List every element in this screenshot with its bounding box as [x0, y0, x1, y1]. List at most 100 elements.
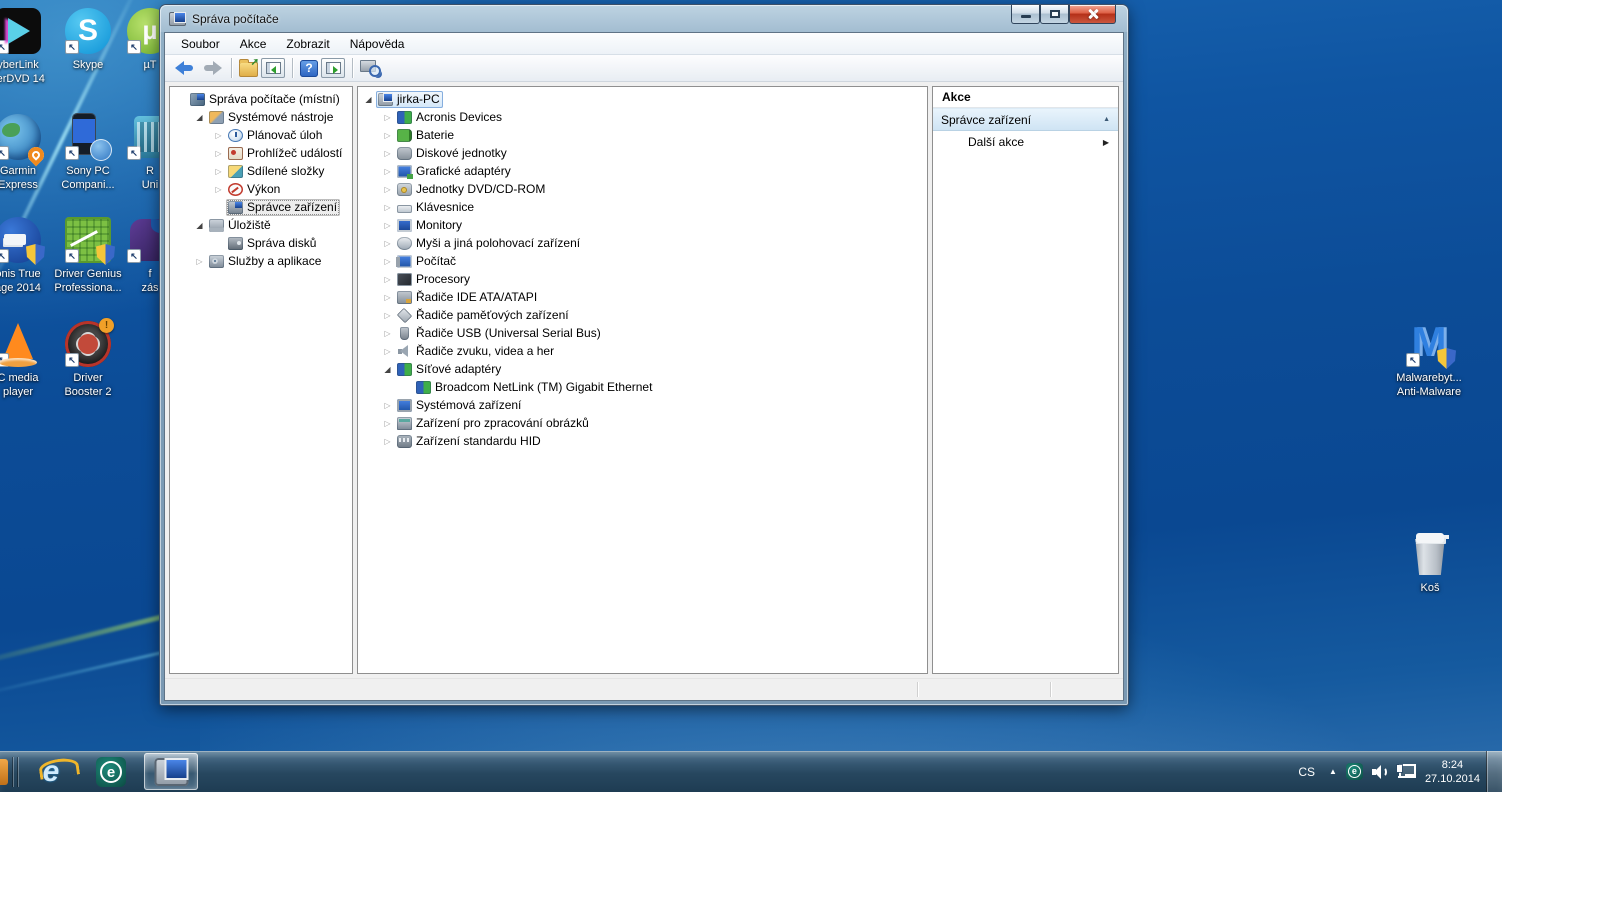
expander-collapsed-icon[interactable]: ▷ [380, 149, 395, 158]
tree-item[interactable]: ▷Diskové jednotky [358, 144, 927, 162]
menu-zobrazit[interactable]: Zobrazit [276, 34, 339, 54]
tree-item-body[interactable]: Síťové adaptéry [395, 361, 504, 378]
tree-item[interactable]: ▷Monitory [358, 216, 927, 234]
tree-item-body[interactable]: Řadiče paměťových zařízení [395, 307, 572, 324]
tree-item[interactable]: ▷Prohlížeč událostí [170, 144, 352, 162]
internet-explorer-icon[interactable]: e [24, 753, 78, 790]
expander-collapsed-icon[interactable]: ▷ [380, 401, 395, 410]
tree-item[interactable]: ▷Řadiče zvuku, videa a her [358, 342, 927, 360]
menu-akce[interactable]: Akce [230, 34, 277, 54]
maximize-button[interactable] [1040, 5, 1069, 24]
tree-item[interactable]: Správce zařízení [170, 198, 352, 216]
tree-item-body[interactable]: Služby a aplikace [207, 253, 324, 270]
tree-item[interactable]: ▷Řadiče IDE ATA/ATAPI [358, 288, 927, 306]
tree-item[interactable]: ▷Řadiče USB (Universal Serial Bus) [358, 324, 927, 342]
eset-tray-icon[interactable]: e [1346, 763, 1363, 780]
back-arrow-icon[interactable] [173, 59, 197, 77]
expander-collapsed-icon[interactable]: ▷ [192, 257, 207, 266]
tree-item-body[interactable]: Správa disků [226, 235, 319, 252]
tree-item[interactable]: ◢Systémové nástroje [170, 108, 352, 126]
network-icon[interactable] [1397, 764, 1416, 780]
tree-item[interactable]: ◢jirka-PC [358, 90, 927, 108]
export-folder-icon[interactable] [239, 62, 258, 77]
show-desktop-button[interactable] [1486, 751, 1502, 792]
device-tree-pane[interactable]: ◢jirka-PC▷Acronis Devices▷Baterie▷Diskov… [357, 86, 928, 674]
volume-icon[interactable] [1372, 765, 1388, 779]
tree-item-body[interactable]: Sdílené složky [226, 163, 327, 180]
tree-item-body[interactable]: Klávesnice [395, 199, 477, 216]
tree-item-body[interactable]: Zařízení standardu HID [395, 433, 544, 450]
tree-item[interactable]: ▷Baterie [358, 126, 927, 144]
tree-item[interactable]: ▷Výkon [170, 180, 352, 198]
tree-item-body[interactable]: Řadiče USB (Universal Serial Bus) [395, 325, 604, 342]
expander-expanded-icon[interactable]: ◢ [380, 365, 395, 374]
tree-item[interactable]: ▷Myši a jiná polohovací zařízení [358, 234, 927, 252]
tree-item-body[interactable]: Prohlížeč událostí [226, 145, 345, 162]
expander-collapsed-icon[interactable]: ▷ [380, 221, 395, 230]
show-console-tree-icon[interactable] [261, 58, 285, 78]
tree-item-body[interactable]: Monitory [395, 217, 465, 234]
actions-more-actions[interactable]: Další akce ▶ [933, 131, 1118, 153]
tree-item[interactable]: ▷Počítač [358, 252, 927, 270]
expander-collapsed-icon[interactable]: ▷ [380, 347, 395, 356]
desktop-icon-driverbooster[interactable]: ↖DriverBooster 2 [50, 321, 126, 399]
language-indicator[interactable]: CS [1293, 762, 1320, 782]
menu-napoveda[interactable]: Nápověda [340, 34, 415, 54]
actions-group-device-manager[interactable]: Správce zařízení ▲ [933, 108, 1118, 131]
tree-item[interactable]: ▷Jednotky DVD/CD-ROM [358, 180, 927, 198]
computer-management-taskbar-button[interactable] [144, 753, 198, 790]
tree-item[interactable]: Správa počítače (místní) [170, 90, 352, 108]
console-tree-pane[interactable]: Správa počítače (místní)◢Systémové nástr… [169, 86, 353, 674]
desktop-icon-malwarebytes[interactable]: ↖Malwarebyt...Anti-Malware [1391, 321, 1467, 399]
desktop-icon-garmin[interactable]: ↖GarminExpress [0, 114, 56, 192]
tree-item-body[interactable]: jirka-PC [376, 91, 443, 108]
show-action-pane-icon[interactable] [321, 58, 345, 78]
expander-collapsed-icon[interactable]: ▷ [380, 131, 395, 140]
expander-collapsed-icon[interactable]: ▷ [380, 419, 395, 428]
tree-item-body[interactable]: Zařízení pro zpracování obrázků [395, 415, 592, 432]
expander-collapsed-icon[interactable]: ▷ [380, 293, 395, 302]
expander-collapsed-icon[interactable]: ▷ [380, 437, 395, 446]
tree-item-body[interactable]: Systémová zařízení [395, 397, 524, 414]
desktop-icon-acronis[interactable]: ↖onis Trueage 2014 [0, 217, 56, 295]
tree-item[interactable]: ▷Služby a aplikace [170, 252, 352, 270]
tree-item-body[interactable]: Správce zařízení [226, 199, 340, 216]
desktop-icon-kos[interactable]: Koš [1392, 531, 1468, 595]
forward-arrow-icon[interactable] [200, 59, 224, 77]
tree-item[interactable]: ▷Plánovač úloh [170, 126, 352, 144]
tree-item-body[interactable]: Plánovač úloh [226, 127, 325, 144]
expander-expanded-icon[interactable]: ◢ [361, 95, 376, 104]
close-button[interactable] [1069, 5, 1116, 24]
expander-expanded-icon[interactable]: ◢ [192, 113, 207, 122]
tree-item-body[interactable]: Diskové jednotky [395, 145, 510, 162]
device-search-icon[interactable] [360, 59, 382, 77]
tree-item[interactable]: ◢Úložiště [170, 216, 352, 234]
tree-item-body[interactable]: Procesory [395, 271, 473, 288]
tree-item[interactable]: ▷Klávesnice [358, 198, 927, 216]
tree-item-body[interactable]: Úložiště [207, 217, 274, 234]
clipped-taskbar-icon[interactable] [0, 759, 8, 785]
expander-collapsed-icon[interactable]: ▷ [380, 239, 395, 248]
tree-item[interactable]: Správa disků [170, 234, 352, 252]
tree-item-body[interactable]: Řadiče IDE ATA/ATAPI [395, 289, 540, 306]
tree-item[interactable]: ▷Systémová zařízení [358, 396, 927, 414]
tree-item-body[interactable]: Acronis Devices [395, 109, 505, 126]
expander-collapsed-icon[interactable]: ▷ [211, 131, 226, 140]
expander-collapsed-icon[interactable]: ▷ [380, 329, 395, 338]
expander-collapsed-icon[interactable]: ▷ [380, 167, 395, 176]
tree-item[interactable]: ▷Sdílené složky [170, 162, 352, 180]
tree-item[interactable]: ▷Zařízení standardu HID [358, 432, 927, 450]
desktop-icon-vlc[interactable]: ↖C mediaplayer [0, 321, 56, 399]
clock[interactable]: 8:24 27.10.2014 [1425, 758, 1482, 786]
tree-item[interactable]: ▷Grafické adaptéry [358, 162, 927, 180]
tree-item-body[interactable]: Systémové nástroje [207, 109, 336, 126]
tree-item[interactable]: ▷Řadiče paměťových zařízení [358, 306, 927, 324]
expander-collapsed-icon[interactable]: ▷ [380, 275, 395, 284]
tree-item-body[interactable]: Baterie [395, 127, 457, 144]
expander-collapsed-icon[interactable]: ▷ [380, 311, 395, 320]
tree-item-body[interactable]: Počítač [395, 253, 459, 270]
tree-item-body[interactable]: Broadcom NetLink (TM) Gigabit Ethernet [414, 379, 655, 396]
expander-collapsed-icon[interactable]: ▷ [380, 257, 395, 266]
tree-item[interactable]: ▷Procesory [358, 270, 927, 288]
tree-item[interactable]: ▷Zařízení pro zpracování obrázků [358, 414, 927, 432]
